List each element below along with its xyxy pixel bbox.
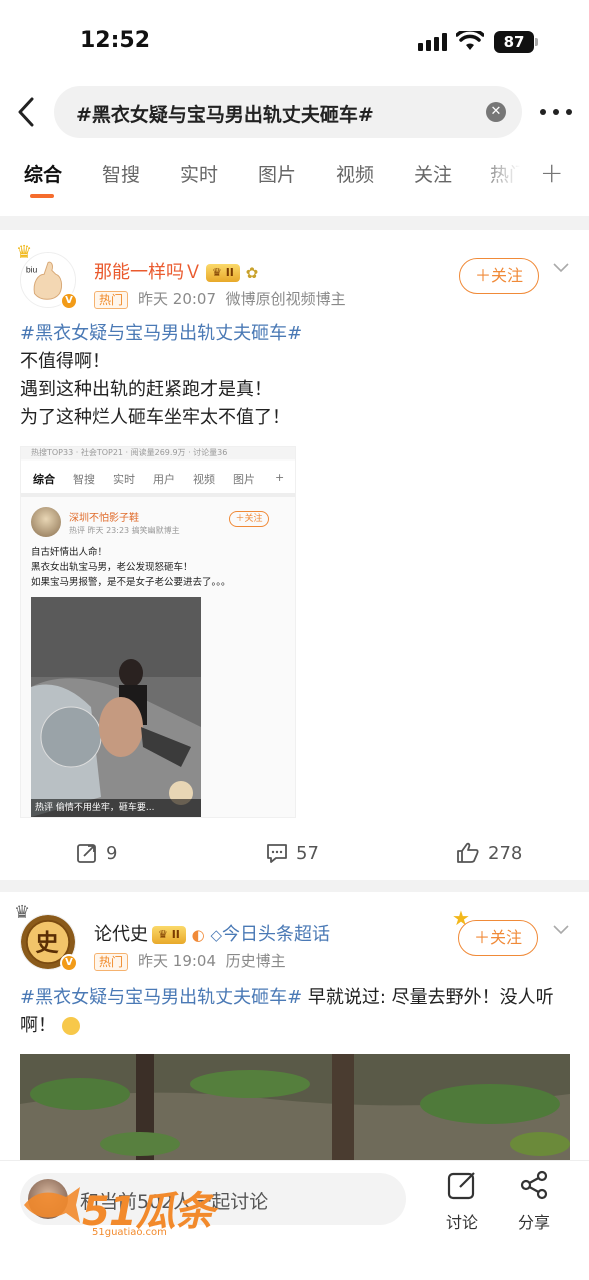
post-time: 昨天 19:04 bbox=[138, 952, 217, 970]
post-text: #黑衣女疑与宝马男出轨丈夫砸车# 早就说过: 尽量去野外！没人听啊！ bbox=[20, 987, 554, 1036]
embedded-video-frame: 热评 偷情不用坐牢，砸车要... bbox=[31, 597, 201, 817]
section-divider bbox=[0, 880, 589, 892]
search-input[interactable]: #黑衣女疑与宝马男出轨丈夫砸车# ✕ bbox=[54, 86, 522, 138]
like-count: 278 bbox=[488, 842, 523, 864]
post-time: 昨天 20:07 bbox=[138, 290, 217, 308]
thumbs-up-icon bbox=[457, 842, 479, 863]
level-badge: ♛ II bbox=[152, 926, 186, 944]
username[interactable]: 那能一样吗Ｖ ♛ II ✿ bbox=[94, 258, 258, 284]
post-meta: 热门 昨天 19:04 历史博主 bbox=[94, 950, 286, 971]
watermark-logo: 51瓜条 51guatiao.com bbox=[20, 1179, 215, 1243]
signal-icon bbox=[418, 33, 448, 51]
post-image[interactable] bbox=[20, 1054, 570, 1164]
tab-images[interactable]: 图片 bbox=[258, 160, 296, 187]
username[interactable]: 论代史 ♛ II ◐ ◇今日头条超话 bbox=[94, 920, 330, 946]
hashtag-link[interactable]: #黑衣女疑与宝马男出轨丈夫砸车# bbox=[20, 987, 302, 1008]
share-button[interactable]: 分享 bbox=[509, 1169, 559, 1233]
search-header: #黑衣女疑与宝马男出轨丈夫砸车# ✕ bbox=[0, 84, 589, 142]
embedded-username: 深圳不怕影子鞋 bbox=[69, 513, 139, 524]
status-time: 12:52 bbox=[80, 28, 151, 53]
hashtag-link[interactable]: #黑衣女疑与宝马男出轨丈夫砸车# bbox=[20, 320, 570, 348]
repost-button[interactable]: 9 bbox=[76, 842, 117, 864]
like-button[interactable]: 278 bbox=[456, 842, 522, 864]
level-badge: ♛ II bbox=[206, 264, 240, 282]
follow-button[interactable]: ＋关注 bbox=[458, 920, 538, 956]
post-card: biu ♛ V 那能一样吗Ｖ ♛ II ✿ 热门 昨天 20:07 微博原创视频博主… bbox=[0, 230, 589, 882]
post-card: 史 ♛ V 论代史 ♛ II ◐ ◇今日头条超话 热门 昨天 19:04 历史博主 … bbox=[0, 892, 589, 1164]
wifi-icon bbox=[456, 31, 484, 50]
fish-icon: ◐ bbox=[191, 926, 205, 944]
chevron-down-icon[interactable] bbox=[552, 258, 570, 276]
active-tab-indicator bbox=[30, 194, 54, 198]
discuss-label: 讨论 bbox=[445, 1213, 478, 1232]
chevron-left-icon bbox=[18, 97, 34, 127]
embedded-avatar bbox=[31, 507, 61, 537]
share-label: 分享 bbox=[517, 1213, 550, 1232]
avatar[interactable]: biu ♛ V bbox=[16, 242, 78, 310]
svg-text:biu: biu bbox=[26, 264, 38, 274]
tab-videos[interactable]: 视频 bbox=[336, 160, 374, 187]
comment-count: 57 bbox=[296, 842, 319, 864]
comment-button[interactable]: 57 bbox=[266, 842, 319, 864]
verified-icon: V bbox=[60, 292, 78, 310]
embedded-meta: 热评 昨天 23:23 搞笑幽默博主 bbox=[69, 526, 180, 535]
tab-comprehensive[interactable]: 综合 bbox=[24, 160, 62, 187]
chevron-down-icon[interactable] bbox=[552, 920, 570, 938]
post-text: #黑衣女疑与宝马男出轨丈夫砸车# 不值得啊！ 遇到这种出轨的赶紧跑才是真！ 为了… bbox=[20, 320, 570, 432]
share-icon bbox=[520, 1170, 548, 1200]
embedded-tab-bar: 综合 智搜 实时 用户 视频 图片 + bbox=[21, 461, 295, 497]
add-tab-icon[interactable]: + bbox=[540, 156, 563, 189]
edit-icon bbox=[447, 1172, 475, 1200]
embedded-follow: ＋关注 bbox=[229, 511, 269, 527]
follow-button[interactable]: ＋关注 bbox=[459, 258, 539, 294]
embedded-text: 自古奸情出人命！ 黑衣女出轨宝马男，老公发现怒砸车！ 如果宝马男报警，是不是女子… bbox=[31, 547, 231, 588]
status-bar: 12:52 87 bbox=[0, 0, 589, 84]
discuss-button[interactable]: 讨论 bbox=[437, 1169, 487, 1233]
more-options-button[interactable] bbox=[540, 102, 572, 122]
action-bar: 9 57 278 bbox=[0, 832, 589, 878]
tab-smart-search[interactable]: 智搜 bbox=[102, 160, 140, 187]
battery-indicator: 87 bbox=[494, 31, 538, 53]
post-meta: 热门 昨天 20:07 微博原创视频博主 bbox=[94, 288, 346, 309]
ufo-icon: ♛ bbox=[14, 902, 31, 923]
search-query: #黑衣女疑与宝马男出轨丈夫砸车# bbox=[76, 104, 374, 126]
svg-text:史: 史 bbox=[35, 930, 59, 957]
hot-badge: 热门 bbox=[94, 291, 129, 309]
hot-badge: 热门 bbox=[94, 953, 129, 971]
tab-bar: 综合 智搜 实时 图片 视频 关注 热门 + bbox=[0, 150, 589, 202]
bottom-bar: 和当前502人一起讨论 讨论 分享 51瓜条 51guatiao.com bbox=[0, 1160, 589, 1280]
fish-logo-icon bbox=[24, 1187, 80, 1223]
section-divider bbox=[0, 216, 589, 230]
comment-icon bbox=[267, 844, 287, 863]
diamond-icon: ◇ bbox=[210, 926, 222, 944]
repost-count: 9 bbox=[106, 842, 118, 864]
super-topic-link[interactable]: 今日头条超话 bbox=[222, 924, 330, 945]
crown-icon: ♛ bbox=[16, 242, 33, 263]
repost-icon bbox=[77, 844, 96, 863]
back-button[interactable] bbox=[12, 94, 40, 130]
post-source: 微博原创视频博主 bbox=[225, 290, 346, 308]
smirk-emoji-icon bbox=[61, 1017, 80, 1035]
avatar[interactable]: 史 ♛ V bbox=[14, 902, 78, 972]
tab-following[interactable]: 关注 bbox=[414, 160, 452, 187]
emoji-icon: ✿ bbox=[245, 264, 259, 282]
embedded-topbar: 热搜TOP33 · 社会TOP21 · 阅读量269.9万 · 讨论量36 bbox=[21, 447, 295, 459]
post-source: 历史博主 bbox=[225, 952, 286, 970]
verified-icon: V bbox=[60, 954, 78, 972]
embedded-caption: 热评 偷情不用坐牢，砸车要... bbox=[31, 799, 201, 817]
tab-realtime[interactable]: 实时 bbox=[180, 160, 218, 187]
clear-icon[interactable]: ✕ bbox=[486, 102, 506, 122]
post-image[interactable]: 热搜TOP33 · 社会TOP21 · 阅读量269.9万 · 讨论量36 综合… bbox=[20, 446, 296, 818]
